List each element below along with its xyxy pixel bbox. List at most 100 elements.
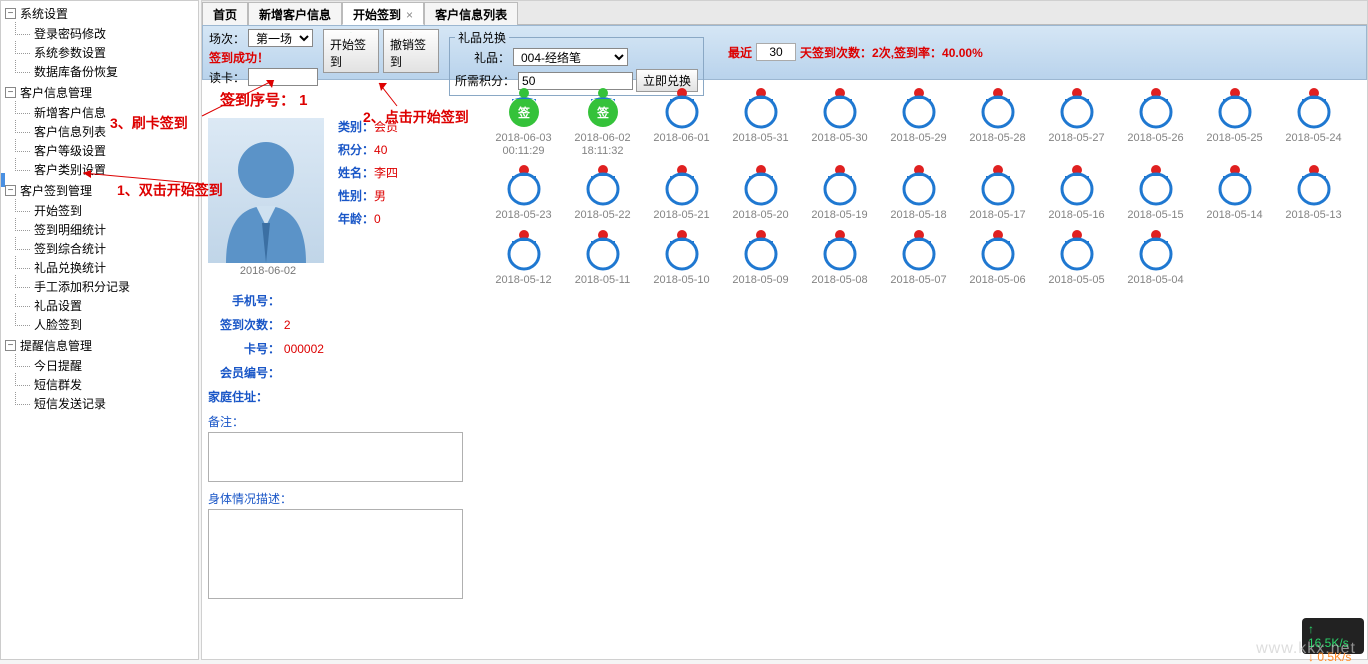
tree-item[interactable]: 签到综合统计 <box>15 239 194 258</box>
calendar-day[interactable]: 2018-05-08 <box>800 228 879 287</box>
tree-item-label: 系统参数设置 <box>34 44 106 61</box>
tree-item[interactable]: 登录密码修改 <box>15 24 194 43</box>
field-value: 000002 <box>284 342 324 356</box>
calendar-day[interactable]: 2018-05-15 <box>1116 163 1195 222</box>
tab[interactable]: 客户信息列表 <box>424 2 518 25</box>
calendar-day[interactable]: 签2018-06-0300:11:29 <box>484 86 563 157</box>
tree-item[interactable]: 新增客户信息 <box>15 103 194 122</box>
calendar-day[interactable]: 2018-05-13 <box>1274 163 1353 222</box>
calendar-day[interactable]: 2018-05-14 <box>1195 163 1274 222</box>
calendar-day[interactable]: 2018-05-12 <box>484 228 563 287</box>
pencil-icon <box>342 32 360 33</box>
tree-item-label: 客户类别设置 <box>34 161 106 178</box>
tree-item[interactable]: 数据库备份恢复 <box>15 62 194 81</box>
calendar-date: 2018-05-09 <box>721 274 800 287</box>
close-icon[interactable]: × <box>406 8 413 22</box>
calendar-day[interactable]: 2018-05-28 <box>958 86 1037 157</box>
tree-group-header[interactable]: −客户签到管理 <box>5 180 194 201</box>
calendar-day[interactable]: 2018-05-27 <box>1037 86 1116 157</box>
calendar-date: 2018-06-01 <box>642 132 721 145</box>
tree-item[interactable]: 短信发送记录 <box>15 394 194 413</box>
health-textarea[interactable] <box>208 509 463 599</box>
recent-days-input[interactable] <box>756 43 796 61</box>
tab[interactable]: 新增客户信息 <box>248 2 342 25</box>
unsigned-icon <box>581 163 625 207</box>
health-label: 身体情况描述： <box>208 490 474 507</box>
tree-item-label: 数据库备份恢复 <box>34 63 118 80</box>
tree-group-header[interactable]: −客户信息管理 <box>5 82 194 103</box>
calendar-date: 2018-05-08 <box>800 274 879 287</box>
start-signin-button[interactable]: 开始签到 <box>323 29 379 73</box>
tab[interactable]: 首页 <box>202 2 248 25</box>
gift-select[interactable]: 004-经络笔 <box>513 48 628 66</box>
calendar-date: 2018-05-12 <box>484 274 563 287</box>
tree-item[interactable]: 客户信息列表 <box>15 122 194 141</box>
calendar-date: 2018-05-18 <box>879 209 958 222</box>
tree-item[interactable]: 今日提醒 <box>15 356 194 375</box>
tree-group-header[interactable]: −提醒信息管理 <box>5 335 194 356</box>
tab[interactable]: 开始签到 × <box>342 2 424 25</box>
tab-label: 新增客户信息 <box>259 8 331 22</box>
tree-group-label: 客户签到管理 <box>20 182 92 199</box>
tree-item[interactable]: 短信群发 <box>15 375 194 394</box>
unsigned-icon <box>897 228 941 272</box>
calendar-day[interactable]: 2018-05-19 <box>800 163 879 222</box>
field-label: 性别： <box>338 189 374 203</box>
tree-group-header[interactable]: −系统设置 <box>5 3 194 24</box>
tree-item[interactable]: 礼品设置 <box>15 296 194 315</box>
tab-label: 开始签到 <box>353 8 401 22</box>
remark-textarea[interactable] <box>208 432 463 482</box>
session-label: 场次： <box>209 30 245 47</box>
calendar-date: 2018-05-31 <box>721 132 800 145</box>
calendar-day[interactable]: 2018-05-30 <box>800 86 879 157</box>
unsigned-icon <box>1134 228 1178 272</box>
tree-item[interactable]: 系统参数设置 <box>15 43 194 62</box>
calendar-day[interactable]: 2018-05-24 <box>1274 86 1353 157</box>
calendar-day[interactable]: 2018-05-10 <box>642 228 721 287</box>
calendar-day[interactable]: 2018-05-29 <box>879 86 958 157</box>
calendar-day[interactable]: 2018-05-06 <box>958 228 1037 287</box>
calendar-date: 2018-05-20 <box>721 209 800 222</box>
unsigned-icon <box>739 86 783 130</box>
calendar-day[interactable]: 2018-05-26 <box>1116 86 1195 157</box>
tree-item[interactable]: 客户类别设置 <box>15 160 194 179</box>
tree-item[interactable]: 开始签到 <box>15 201 194 220</box>
calendar-date: 2018-05-29 <box>879 132 958 145</box>
calendar-day[interactable]: 签2018-06-0218:11:32 <box>563 86 642 157</box>
field-value: 李四 <box>374 166 398 180</box>
tree-item[interactable]: 客户等级设置 <box>15 141 194 160</box>
calendar-day[interactable]: 2018-05-22 <box>563 163 642 222</box>
tree-item[interactable]: 人脸签到 <box>15 315 194 334</box>
calendar-day[interactable]: 2018-05-23 <box>484 163 563 222</box>
calendar-time: 18:11:32 <box>563 145 642 157</box>
session-select[interactable]: 第一场 <box>248 29 313 47</box>
gift-label: 礼品： <box>455 49 510 66</box>
calendar-day[interactable]: 2018-05-05 <box>1037 228 1116 287</box>
calendar-day[interactable]: 2018-05-17 <box>958 163 1037 222</box>
calendar-day[interactable]: 2018-05-16 <box>1037 163 1116 222</box>
field-label: 会员编号： <box>208 366 280 380</box>
unsigned-icon <box>1134 86 1178 130</box>
tree-item[interactable]: 礼品兑换统计 <box>15 258 194 277</box>
calendar-day[interactable]: 2018-05-31 <box>721 86 800 157</box>
undo-signin-button[interactable]: 撤销签到 <box>383 29 439 73</box>
unsigned-icon <box>739 228 783 272</box>
calendar-day[interactable]: 2018-05-09 <box>721 228 800 287</box>
calendar-day[interactable]: 2018-05-18 <box>879 163 958 222</box>
calendar-day[interactable]: 2018-05-21 <box>642 163 721 222</box>
field-label: 积分： <box>338 143 374 157</box>
calendar-day[interactable]: 2018-05-07 <box>879 228 958 287</box>
field-value: 会员 <box>374 120 398 134</box>
calendar-date: 2018-05-07 <box>879 274 958 287</box>
tree-item[interactable]: 签到明细统计 <box>15 220 194 239</box>
calendar-day[interactable]: 2018-05-25 <box>1195 86 1274 157</box>
detail-pane: 签到序号： 1 2018-06-02 类别：会员积分：40姓名：李四性别：男年龄… <box>202 80 480 659</box>
calendar-day[interactable]: 2018-06-01 <box>642 86 721 157</box>
tree-item[interactable]: 手工添加积分记录 <box>15 277 194 296</box>
tab-label: 首页 <box>213 8 237 22</box>
calendar-day[interactable]: 2018-05-20 <box>721 163 800 222</box>
signin-success: 签到成功！ <box>209 49 319 66</box>
calendar-day[interactable]: 2018-05-04 <box>1116 228 1195 287</box>
calendar-day[interactable]: 2018-05-11 <box>563 228 642 287</box>
calendar-date: 2018-05-06 <box>958 274 1037 287</box>
